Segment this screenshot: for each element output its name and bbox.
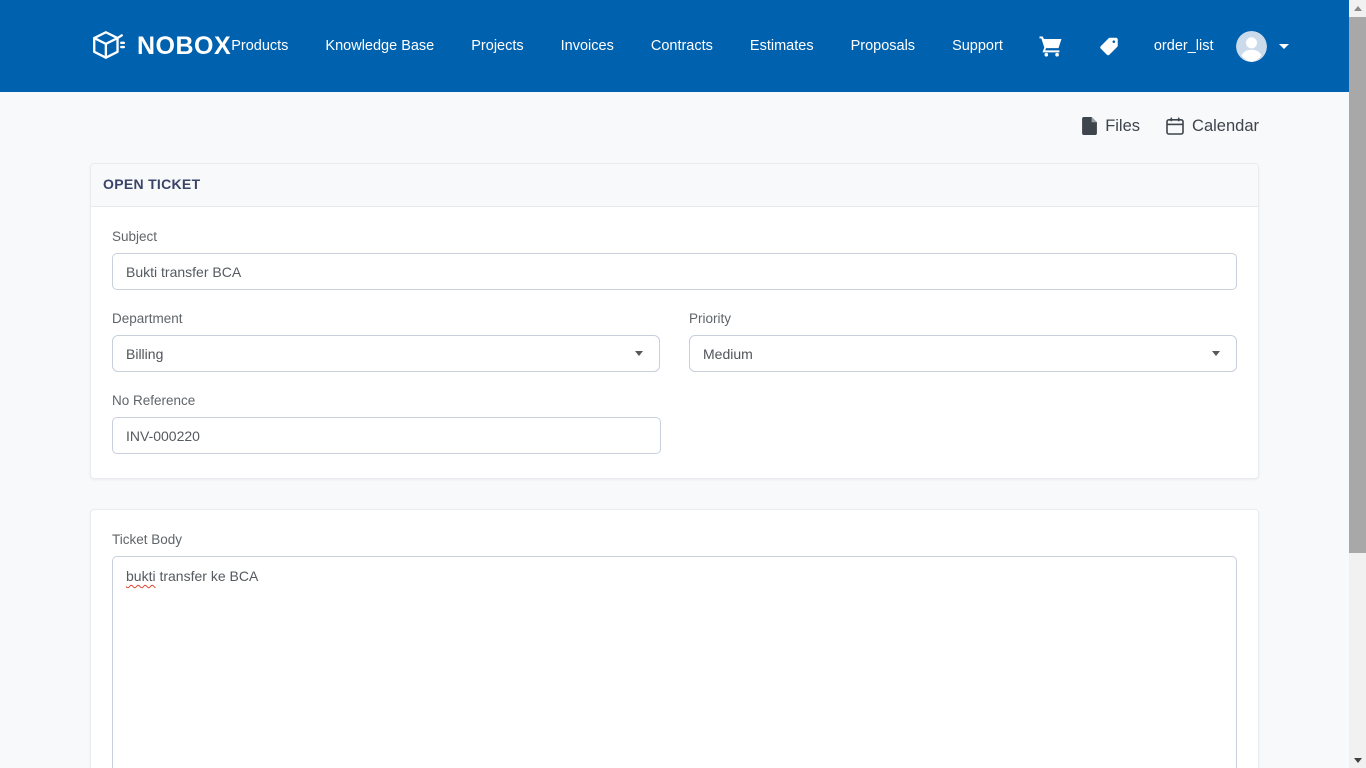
ticket-body-textarea[interactable]: bukti transfer ke BCA: [112, 556, 1237, 768]
nav-order-list[interactable]: order_list: [1154, 38, 1214, 54]
scroll-up-arrow-icon: [1353, 5, 1362, 11]
ticket-body-text: transfer ke BCA: [155, 568, 259, 584]
priority-select[interactable]: Medium: [689, 335, 1237, 372]
files-link[interactable]: Files: [1082, 117, 1140, 136]
scrollbar-thumb[interactable]: [1349, 17, 1366, 553]
department-select[interactable]: Billing: [112, 335, 660, 372]
department-field-group: Department Billing: [112, 311, 660, 372]
cart-icon: [1039, 35, 1062, 57]
quick-links-bar: Files Calendar: [90, 112, 1259, 140]
main-content: Files Calendar OPEN TICKET Subject Bukti…: [90, 112, 1259, 768]
brand-logo[interactable]: NOBOX: [90, 29, 231, 63]
vertical-scrollbar[interactable]: [1349, 0, 1366, 768]
select-caret-icon: [1212, 351, 1220, 356]
calendar-icon: [1166, 117, 1184, 135]
reference-input[interactable]: [112, 417, 661, 454]
subject-input[interactable]: [112, 253, 1237, 290]
subject-label: Subject: [112, 229, 158, 244]
priority-label: Priority: [689, 311, 732, 326]
department-priority-row: Department Billing Priority Medium: [112, 311, 1237, 372]
main-nav: Products Knowledge Base Projects Invoice…: [231, 38, 1003, 54]
nav-invoices[interactable]: Invoices: [561, 38, 614, 54]
nav-proposals[interactable]: Proposals: [851, 38, 915, 54]
subject-field-group: Subject: [112, 229, 1237, 290]
nav-products[interactable]: Products: [231, 38, 288, 54]
select-caret-icon: [635, 351, 643, 356]
open-ticket-card-header: OPEN TICKET: [91, 164, 1258, 207]
ticket-body-label: Ticket Body: [112, 532, 183, 547]
open-ticket-card: OPEN TICKET Subject Department Billing P…: [90, 163, 1259, 479]
calendar-link[interactable]: Calendar: [1166, 117, 1259, 136]
scroll-up-button[interactable]: [1349, 0, 1366, 16]
nav-support[interactable]: Support: [952, 38, 1003, 54]
scroll-down-arrow-icon: [1353, 757, 1362, 763]
nav-contracts[interactable]: Contracts: [651, 38, 713, 54]
nav-estimates[interactable]: Estimates: [750, 38, 814, 54]
misspelled-word: bukti: [126, 568, 156, 584]
brand-name: NOBOX: [137, 31, 232, 60]
file-icon: [1082, 117, 1098, 135]
calendar-label: Calendar: [1192, 116, 1259, 135]
caret-down-icon: [1278, 43, 1289, 49]
reference-row: No Reference: [112, 393, 1237, 454]
user-menu[interactable]: [1235, 30, 1289, 62]
department-label: Department: [112, 311, 183, 326]
cart-button[interactable]: [1039, 35, 1062, 57]
files-label: Files: [1105, 116, 1141, 135]
ticket-body-card-body: Ticket Body bukti transfer ke BCA: [91, 510, 1258, 768]
priority-field-group: Priority Medium: [689, 311, 1237, 372]
reference-field-group: No Reference: [112, 393, 661, 454]
nav-knowledge-base[interactable]: Knowledge Base: [325, 38, 434, 54]
nav-projects[interactable]: Projects: [471, 38, 523, 54]
reference-label: No Reference: [112, 393, 196, 408]
avatar: [1235, 30, 1267, 62]
open-ticket-card-body: Subject Department Billing Priority Medi…: [91, 207, 1258, 478]
tag-button[interactable]: [1098, 36, 1120, 57]
navbar-inner: NOBOX Products Knowledge Base Projects I…: [0, 0, 1349, 92]
ticket-body-card: Ticket Body bukti transfer ke BCA: [90, 509, 1259, 768]
top-navbar: NOBOX Products Knowledge Base Projects I…: [0, 0, 1366, 92]
nobox-box-icon: [90, 29, 126, 63]
tag-icon: [1098, 36, 1120, 57]
priority-selected-value: Medium: [703, 345, 753, 362]
department-selected-value: Billing: [126, 345, 164, 362]
card-title: OPEN TICKET: [103, 176, 201, 192]
scroll-down-button[interactable]: [1349, 752, 1366, 768]
